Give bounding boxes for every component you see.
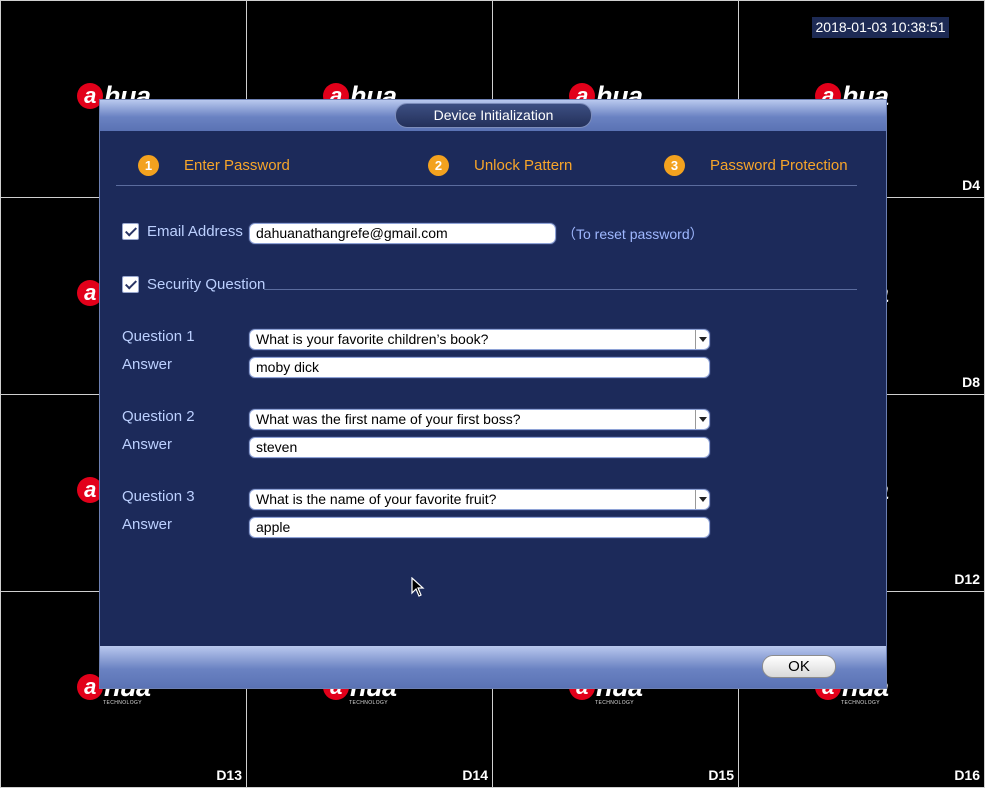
email-checkbox[interactable] xyxy=(122,223,139,240)
email-hint: （To reset password） xyxy=(562,226,704,242)
step-password-protection: 3 Password Protection xyxy=(664,154,848,176)
question-1-label: Question 1 xyxy=(122,328,195,345)
chevron-down-icon[interactable] xyxy=(695,490,709,509)
answer-1-field[interactable]: moby dick xyxy=(249,357,710,378)
ok-button[interactable]: OK xyxy=(762,655,836,678)
question-1-selected: What is your favorite children’s book? xyxy=(256,331,489,347)
answer-3-label: Answer xyxy=(122,516,173,533)
dahua-logo-sub: TECHNOLOGY xyxy=(841,700,881,706)
question-3-label: Question 3 xyxy=(122,488,195,505)
step-label: Unlock Pattern xyxy=(474,156,573,174)
question-1-select[interactable]: What is your favorite children’s book? xyxy=(249,329,710,350)
step-label: Password Protection xyxy=(710,156,848,174)
mouse-cursor-icon xyxy=(411,577,425,597)
question-2-label: Question 2 xyxy=(122,408,195,425)
step-unlock-pattern: 2 Unlock Pattern xyxy=(428,154,572,176)
question-2-select[interactable]: What was the first name of your first bo… xyxy=(249,409,710,430)
question-2-selected: What was the first name of your first bo… xyxy=(256,411,521,427)
dialog-button-bar: OK xyxy=(100,646,886,688)
channel-label: D4 xyxy=(962,177,980,193)
security-question-label: Security Question xyxy=(147,276,266,293)
step-number: 3 xyxy=(664,154,685,176)
step-number: 2 xyxy=(428,154,449,176)
security-question-checkbox[interactable] xyxy=(122,276,139,293)
email-label: Email Address xyxy=(147,223,243,240)
dahua-logo-sub: TECHNOLOGY xyxy=(595,700,635,706)
dialog-title-bar[interactable]: Device Initialization xyxy=(100,100,886,131)
answer-1-label: Answer xyxy=(122,356,173,373)
chevron-down-icon[interactable] xyxy=(695,410,709,429)
system-clock: 2018-01-03 10:38:51 xyxy=(812,17,949,38)
step-label: Enter Password xyxy=(184,156,290,174)
answer-2-label: Answer xyxy=(122,436,173,453)
channel-label: D13 xyxy=(216,767,242,783)
question-3-selected: What is the name of your favorite fruit? xyxy=(256,491,497,507)
answer-3-field[interactable]: apple xyxy=(249,517,710,538)
step-number: 1 xyxy=(138,154,159,176)
answer-2-field[interactable]: steven xyxy=(249,437,710,458)
channel-label: D8 xyxy=(962,374,980,390)
question-3-select[interactable]: What is the name of your favorite fruit? xyxy=(249,489,710,510)
dahua-logo-sub: TECHNOLOGY xyxy=(103,700,143,706)
email-field[interactable]: dahuanathangrefe@gmail.com xyxy=(249,223,556,244)
steps-divider xyxy=(116,185,857,186)
channel-label: D15 xyxy=(708,767,734,783)
step-enter-password: 1 Enter Password xyxy=(138,154,290,176)
channel-label: D12 xyxy=(954,571,980,587)
channel-label: D16 xyxy=(954,767,980,783)
security-question-divider xyxy=(264,289,857,290)
chevron-down-icon[interactable] xyxy=(695,330,709,349)
dialog-title: Device Initialization xyxy=(395,103,592,128)
dahua-logo-sub: TECHNOLOGY xyxy=(349,700,389,706)
channel-label: D14 xyxy=(462,767,488,783)
device-initialization-dialog: Device Initialization 1 Enter Password 2… xyxy=(99,99,887,689)
